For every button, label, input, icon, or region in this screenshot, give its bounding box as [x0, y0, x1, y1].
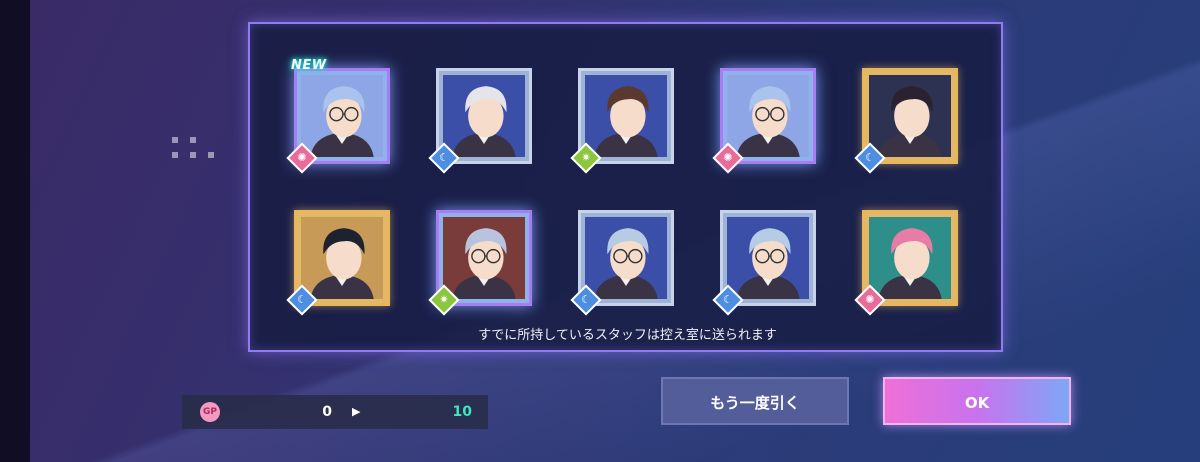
gp-arrow-icon: ▶ [352, 405, 361, 418]
gp-bar: GP 0 ▶ 10 [182, 395, 488, 429]
staff-card[interactable]: ☾ [286, 210, 390, 316]
gp-before-value: 0 [322, 404, 332, 420]
staff-portrait [869, 217, 951, 299]
staff-portrait [443, 217, 525, 299]
staff-portrait [869, 75, 951, 157]
staff-card[interactable]: ✺ [854, 210, 958, 316]
staff-portrait [301, 217, 383, 299]
gp-coin-icon: GP [200, 402, 220, 422]
duplicate-notice: すでに所持しているスタッフは控え室に送られます [478, 328, 777, 343]
staff-card[interactable]: ☾ [428, 68, 532, 174]
staff-card[interactable]: ✷ [428, 210, 532, 316]
staff-card[interactable]: ☾ [712, 210, 816, 316]
staff-card[interactable]: ☾ [570, 210, 674, 316]
staff-portrait [585, 217, 667, 299]
gp-after-value: 10 [452, 404, 472, 420]
staff-portrait [443, 75, 525, 157]
draw-again-button[interactable]: もう一度引く [661, 377, 849, 425]
staff-card[interactable]: ✺ [712, 68, 816, 174]
staff-portrait [727, 75, 809, 157]
staff-portrait [585, 75, 667, 157]
staff-portrait [301, 75, 383, 157]
ok-button[interactable]: OK [883, 377, 1071, 425]
staff-card[interactable]: ✷ [570, 68, 674, 174]
left-edge-shade [0, 0, 30, 462]
new-label: NEW [291, 58, 327, 73]
staff-card[interactable]: NEW ✺ [286, 58, 390, 174]
gacha-results-panel: NEW ✺ ☾ ✷ ✺ ☾ ☾ ✷ ☾ ☾ ✺ すでに所持しているスタッフは控え室に送られます [248, 22, 1003, 352]
staff-card[interactable]: ☾ [854, 68, 958, 174]
staff-portrait [727, 217, 809, 299]
